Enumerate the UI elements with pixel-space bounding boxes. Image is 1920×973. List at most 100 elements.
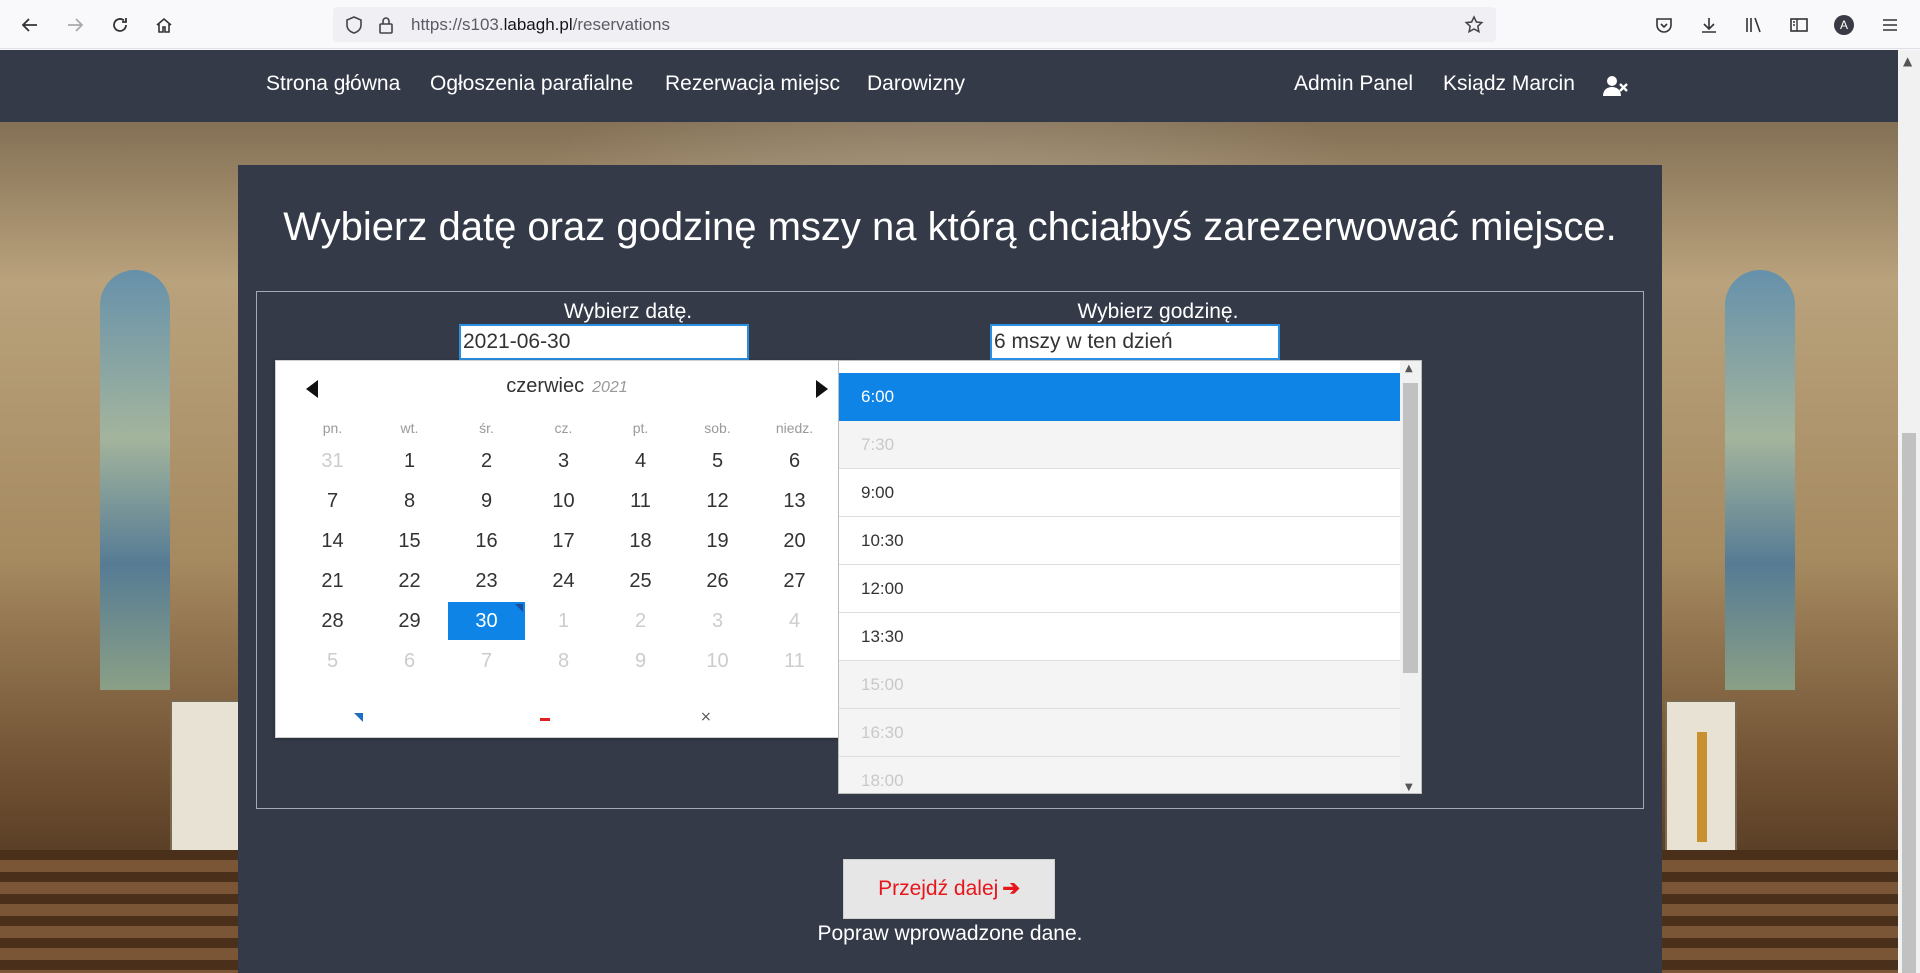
user-times-icon[interactable] bbox=[1603, 75, 1629, 97]
calendar-day[interactable]: 6 bbox=[371, 642, 448, 680]
calendar-week: 28 29 30 1 2 3 4 bbox=[294, 601, 836, 641]
calendar-day[interactable]: 19 bbox=[679, 522, 756, 560]
page-scrollbar[interactable]: ▲ bbox=[1898, 50, 1920, 973]
scrollbar-thumb[interactable] bbox=[1403, 383, 1418, 673]
calendar-day[interactable]: 16 bbox=[448, 522, 525, 560]
url-prefix: https://s103. bbox=[411, 15, 504, 34]
close-calendar-icon[interactable]: × bbox=[700, 709, 712, 725]
calendar-day[interactable]: 22 bbox=[371, 562, 448, 600]
calendar-week: 31 1 2 3 4 5 6 bbox=[294, 441, 836, 481]
calendar-day[interactable]: 4 bbox=[602, 442, 679, 480]
reservation-form: Wybierz datę. 2021-06-30 czerwiec 2021 pn… bbox=[256, 291, 1644, 809]
calendar-grid: pn. wt. śr. cz. pt. sob. niedz. 31 1 2 3… bbox=[294, 415, 836, 681]
calendar-day[interactable]: 25 bbox=[602, 562, 679, 600]
bookmark-star-icon[interactable] bbox=[1463, 14, 1485, 36]
library-icon[interactable] bbox=[1741, 12, 1767, 38]
time-input[interactable]: 6 mszy w ten dzień bbox=[990, 324, 1280, 360]
calendar-day[interactable]: 17 bbox=[525, 522, 602, 560]
weekday-label: śr. bbox=[479, 420, 494, 436]
calendar-day[interactable]: 29 bbox=[371, 602, 448, 640]
time-list-scrollbar[interactable]: ▲ ▼ bbox=[1400, 361, 1421, 793]
menu-icon[interactable] bbox=[1877, 12, 1903, 38]
calendar-day[interactable]: 14 bbox=[294, 522, 371, 560]
calendar-day[interactable]: 5 bbox=[679, 442, 756, 480]
calendar-day[interactable]: 15 bbox=[371, 522, 448, 560]
calendar-day[interactable]: 5 bbox=[294, 642, 371, 680]
scroll-up-arrow-icon[interactable]: ▲ bbox=[1405, 363, 1413, 374]
account-avatar[interactable]: A bbox=[1831, 12, 1857, 38]
calendar-day[interactable]: 9 bbox=[602, 642, 679, 680]
calendar-day[interactable]: 2 bbox=[448, 442, 525, 480]
next-step-button[interactable]: Przejdź dalej ➔ bbox=[843, 859, 1055, 919]
sidebar-icon[interactable] bbox=[1786, 12, 1812, 38]
calendar-day[interactable]: 7 bbox=[294, 482, 371, 520]
calendar-day[interactable]: 3 bbox=[679, 602, 756, 640]
page-scroll-up-arrow-icon[interactable]: ▲ bbox=[1903, 54, 1912, 68]
calendar-week: 21 22 23 24 25 26 27 bbox=[294, 561, 836, 601]
clear-date-icon[interactable] bbox=[540, 718, 550, 721]
nav-link-donations[interactable]: Darowizny bbox=[867, 72, 965, 96]
calendar-day[interactable]: 13 bbox=[756, 482, 833, 520]
home-icon[interactable] bbox=[151, 12, 177, 38]
weekday-label: niedz. bbox=[775, 420, 814, 436]
calendar-footer: × bbox=[276, 709, 858, 731]
reload-icon[interactable] bbox=[107, 12, 133, 38]
calendar-day[interactable]: 11 bbox=[602, 482, 679, 520]
pocket-icon[interactable] bbox=[1651, 12, 1677, 38]
weekday-label: pn. bbox=[322, 420, 343, 436]
browser-toolbar: https://s103.labagh.pl/reservations A bbox=[0, 0, 1920, 49]
download-icon[interactable] bbox=[1696, 12, 1722, 38]
calendar-day[interactable]: 10 bbox=[679, 642, 756, 680]
calendar-day[interactable]: 11 bbox=[756, 642, 833, 680]
calendar-day-selected[interactable]: 30 bbox=[448, 602, 525, 640]
time-slot[interactable]: 6:00 bbox=[839, 373, 1400, 421]
calendar-day[interactable]: 23 bbox=[448, 562, 525, 600]
calendar-day[interactable]: 28 bbox=[294, 602, 371, 640]
calendar-day[interactable]: 26 bbox=[679, 562, 756, 600]
next-month-arrow-icon[interactable] bbox=[812, 377, 832, 401]
today-marker-icon[interactable] bbox=[354, 713, 363, 722]
nav-link-reservations[interactable]: Rezerwacja miejsc bbox=[665, 72, 840, 96]
lock-icon[interactable] bbox=[375, 14, 397, 36]
calendar-day[interactable]: 24 bbox=[525, 562, 602, 600]
shield-icon[interactable] bbox=[343, 14, 365, 36]
calendar-day[interactable]: 1 bbox=[525, 602, 602, 640]
time-slot[interactable]: 13:30 bbox=[839, 613, 1400, 661]
time-slot[interactable]: 12:00 bbox=[839, 565, 1400, 613]
url-text[interactable]: https://s103.labagh.pl/reservations bbox=[411, 15, 670, 35]
calendar-day[interactable]: 21 bbox=[294, 562, 371, 600]
calendar-day[interactable]: 8 bbox=[525, 642, 602, 680]
calendar-day[interactable]: 3 bbox=[525, 442, 602, 480]
calendar-day[interactable]: 1 bbox=[371, 442, 448, 480]
url-domain: labagh.pl bbox=[503, 15, 573, 34]
calendar-day[interactable]: 27 bbox=[756, 562, 833, 600]
calendar-day[interactable]: 31 bbox=[294, 442, 371, 480]
calendar-day[interactable]: 12 bbox=[679, 482, 756, 520]
calendar-day[interactable]: 9 bbox=[448, 482, 525, 520]
calendar-day[interactable]: 6 bbox=[756, 442, 833, 480]
time-slot[interactable]: 9:00 bbox=[839, 469, 1400, 517]
back-arrow-icon[interactable] bbox=[17, 12, 43, 38]
calendar-day[interactable]: 2 bbox=[602, 602, 679, 640]
url-path: /reservations bbox=[572, 15, 670, 34]
nav-link-admin-panel[interactable]: Admin Panel bbox=[1294, 72, 1413, 96]
forward-arrow-icon[interactable] bbox=[62, 12, 88, 38]
date-input[interactable]: 2021-06-30 bbox=[459, 324, 749, 360]
address-bar[interactable]: https://s103.labagh.pl/reservations bbox=[333, 7, 1496, 42]
calendar-day[interactable]: 10 bbox=[525, 482, 602, 520]
calendar-day[interactable]: 18 bbox=[602, 522, 679, 560]
calendar-day[interactable]: 20 bbox=[756, 522, 833, 560]
nav-link-user[interactable]: Ksiądz Marcin bbox=[1443, 72, 1575, 96]
page-title: Wybierz datę oraz godzinę mszy na którą … bbox=[283, 205, 1617, 249]
time-slot: 15:00 bbox=[839, 661, 1400, 709]
site-navbar: Strona główna Ogłoszenia parafialne Reze… bbox=[0, 50, 1898, 122]
nav-link-home[interactable]: Strona główna bbox=[266, 72, 400, 96]
page-scrollbar-thumb[interactable] bbox=[1902, 433, 1916, 973]
scroll-down-arrow-icon[interactable]: ▼ bbox=[1405, 782, 1413, 793]
nav-link-announcements[interactable]: Ogłoszenia parafialne bbox=[430, 72, 633, 96]
calendar-day[interactable]: 7 bbox=[448, 642, 525, 680]
time-slot[interactable]: 10:30 bbox=[839, 517, 1400, 565]
weekday-label: pt. bbox=[632, 420, 649, 436]
calendar-day[interactable]: 4 bbox=[756, 602, 833, 640]
calendar-day[interactable]: 8 bbox=[371, 482, 448, 520]
